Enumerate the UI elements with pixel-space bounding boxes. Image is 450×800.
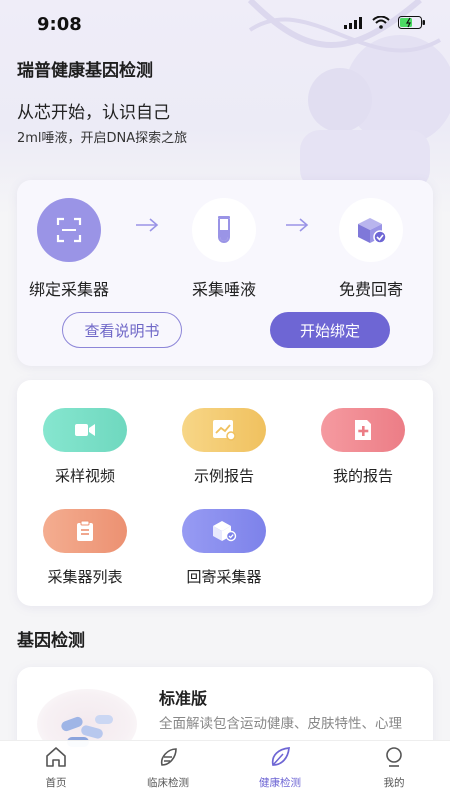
step-label: 免费回寄 xyxy=(338,280,403,299)
function-grid-card: 采样视频 示例报告 我的报告 采集器列表 回寄采集器 xyxy=(17,380,433,606)
home-icon xyxy=(46,747,66,767)
collector-list-item[interactable]: 采集器列表 xyxy=(25,509,145,587)
product-name: 标准版 xyxy=(159,689,208,708)
step-bind-collector: 绑定采集器 xyxy=(19,198,119,300)
return-box-icon xyxy=(339,198,403,262)
step-label: 绑定采集器 xyxy=(28,280,109,299)
tab-clinical[interactable]: 临床检测 xyxy=(128,745,208,790)
bottom-tab-bar: 首页 临床检测 健康检测 我的 xyxy=(0,740,450,800)
sub-slogan: 2ml唾液，开启DNA探索之旅 xyxy=(17,131,188,146)
sample-report-item[interactable]: 示例报告 xyxy=(164,408,284,486)
tab-profile[interactable]: 我的 xyxy=(354,745,434,790)
wifi-icon xyxy=(372,16,390,29)
function-label: 示例报告 xyxy=(193,467,254,485)
leaf-icon xyxy=(271,747,290,766)
test-tube-icon xyxy=(192,198,256,262)
tab-label: 健康检测 xyxy=(259,777,301,789)
slogan: 从芯开始，认识自己 xyxy=(17,103,170,123)
arrow-right-icon xyxy=(136,218,159,232)
battery-icon xyxy=(398,16,425,29)
sample-video-item[interactable]: 采样视频 xyxy=(25,408,145,486)
profile-icon xyxy=(386,747,402,767)
report-chart-icon xyxy=(182,408,266,452)
tab-home[interactable]: 首页 xyxy=(16,745,96,790)
video-icon xyxy=(43,408,127,452)
function-label: 回寄采集器 xyxy=(186,568,262,586)
step-label: 采集唾液 xyxy=(191,280,256,299)
arrow-right-icon xyxy=(286,218,309,232)
return-collector-item[interactable]: 回寄采集器 xyxy=(164,509,284,587)
function-label: 采集器列表 xyxy=(47,568,123,586)
function-label: 采样视频 xyxy=(54,467,115,485)
step-free-return: 免费回寄 xyxy=(321,198,421,300)
start-binding-button[interactable]: 开始绑定 xyxy=(270,312,390,348)
product-description: 全面解读包含运动健康、皮肤特性、心理 xyxy=(159,716,402,732)
clinical-icon xyxy=(160,748,177,766)
clipboard-icon xyxy=(43,509,127,553)
step-collect-saliva: 采集唾液 xyxy=(174,198,274,300)
tab-label: 临床检测 xyxy=(147,777,189,789)
tab-label: 我的 xyxy=(383,777,405,789)
section-title: 基因检测 xyxy=(17,631,85,651)
signal-icon xyxy=(344,16,362,29)
status-time: 9:08 xyxy=(37,14,82,35)
status-bar: 9:08 xyxy=(0,0,450,48)
binding-steps-card: 绑定采集器 采集唾液 免费回寄 查看说明书 开始绑定 xyxy=(17,180,433,366)
app-title: 瑞普健康基因检测 xyxy=(17,61,153,81)
my-report-item[interactable]: 我的报告 xyxy=(303,408,423,486)
box-check-icon xyxy=(182,509,266,553)
medical-report-icon xyxy=(321,408,405,452)
tab-health-test[interactable]: 健康检测 xyxy=(240,745,320,790)
tab-label: 首页 xyxy=(45,777,67,789)
view-manual-button[interactable]: 查看说明书 xyxy=(62,312,182,348)
scan-icon xyxy=(37,198,101,262)
function-label: 我的报告 xyxy=(332,467,393,485)
